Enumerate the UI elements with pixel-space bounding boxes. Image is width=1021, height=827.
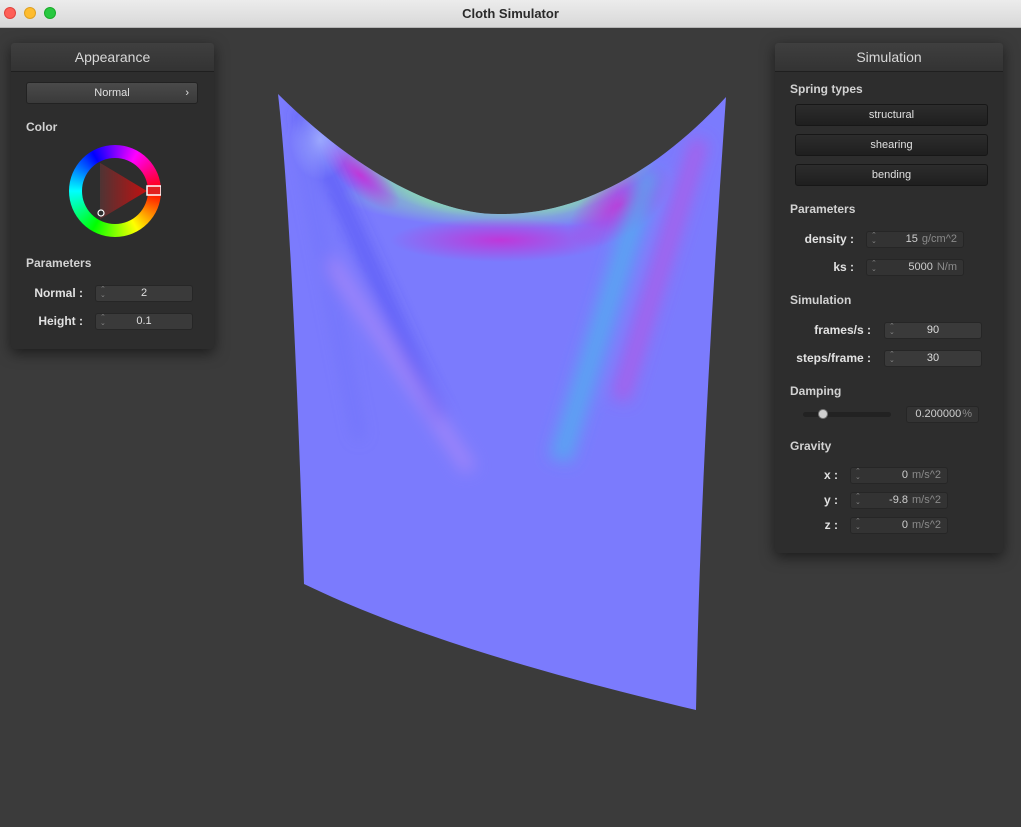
gravity-y-label: y :	[823, 493, 838, 507]
simulation-section-label: Simulation	[790, 293, 852, 307]
ks-unit: N/m	[936, 261, 957, 273]
gravity-z-unit: m/s^2	[912, 519, 941, 531]
gravity-x-value: 0	[901, 469, 908, 481]
spinner-arrows-icon[interactable]: ⌃ ⌄	[871, 260, 877, 273]
damping-label: Damping	[790, 384, 842, 398]
damping-unit: %	[962, 408, 972, 420]
ks-field[interactable]: ⌃ ⌄ 5000 N/m	[866, 259, 964, 276]
shearing-spring-button[interactable]: shearing	[795, 134, 988, 156]
spinner-arrows-icon[interactable]: ⌃ ⌄	[871, 232, 877, 245]
gravity-y-unit: m/s^2	[912, 494, 941, 506]
height-param-label: Height :	[38, 314, 83, 328]
title-bar: Cloth Simulator	[0, 0, 1021, 28]
appearance-parameters-label: Parameters	[26, 256, 92, 270]
chevron-right-icon: ›	[185, 87, 189, 99]
damping-field[interactable]: 0.200000%	[906, 406, 979, 423]
gravity-x-label: x :	[823, 468, 838, 482]
gravity-y-value: -9.8	[889, 494, 908, 506]
sim-parameters-label: Parameters	[790, 202, 856, 216]
steps-field[interactable]: ⌃ ⌄ 30	[884, 350, 982, 367]
simulation-panel: Simulation Spring types structural shear…	[775, 43, 1003, 553]
damping-value: 0.200000	[915, 408, 962, 420]
gravity-z-field[interactable]: ⌃ ⌄ 0 m/s^2	[850, 517, 948, 534]
steps-value: 30	[926, 352, 940, 364]
simulation-panel-title: Simulation	[775, 43, 1003, 72]
height-param-value: 0.1	[136, 315, 152, 327]
normal-param-value: 2	[140, 287, 148, 299]
gravity-y-field[interactable]: ⌃ ⌄ -9.8 m/s^2	[850, 492, 948, 509]
density-unit: g/cm^2	[921, 233, 957, 245]
shader-popup-button[interactable]: Normal ›	[26, 82, 198, 104]
color-section-label: Color	[26, 120, 58, 134]
spinner-arrows-icon[interactable]: ⌃ ⌄	[855, 493, 861, 506]
structural-spring-button[interactable]: structural	[795, 104, 988, 126]
appearance-panel: Appearance Normal › Color Parameters Nor…	[11, 43, 214, 349]
spinner-arrows-icon[interactable]: ⌃ ⌄	[855, 518, 861, 531]
damping-slider-track[interactable]	[803, 412, 891, 417]
gravity-x-field[interactable]: ⌃ ⌄ 0 m/s^2	[850, 467, 948, 484]
gravity-z-value: 0	[901, 519, 908, 531]
color-wheel[interactable]	[69, 145, 161, 237]
density-value: 15	[905, 233, 918, 245]
frames-label: frames/s :	[814, 323, 871, 337]
gravity-z-label: z :	[824, 518, 838, 532]
normal-param-field[interactable]: ⌃ ⌄ 2	[95, 285, 193, 302]
gravity-label: Gravity	[790, 439, 832, 453]
ks-value: 5000	[908, 261, 933, 273]
bending-spring-button[interactable]: bending	[795, 164, 988, 186]
density-field[interactable]: ⌃ ⌄ 15 g/cm^2	[866, 231, 964, 248]
shader-popup-label: Normal	[94, 87, 130, 99]
steps-label: steps/frame :	[796, 351, 871, 365]
normal-param-label: Normal :	[34, 286, 83, 300]
density-label: density :	[804, 232, 854, 246]
spinner-arrows-icon[interactable]: ⌃ ⌄	[855, 468, 861, 481]
frames-value: 90	[926, 324, 940, 336]
frames-field[interactable]: ⌃ ⌄ 90	[884, 322, 982, 339]
gravity-x-unit: m/s^2	[912, 469, 941, 481]
ks-label: ks :	[833, 260, 854, 274]
height-param-field[interactable]: ⌃ ⌄ 0.1	[95, 313, 193, 330]
window-title: Cloth Simulator	[462, 6, 559, 21]
spring-types-label: Spring types	[790, 82, 863, 96]
damping-slider-knob[interactable]	[817, 409, 828, 419]
appearance-panel-title: Appearance	[11, 43, 214, 72]
